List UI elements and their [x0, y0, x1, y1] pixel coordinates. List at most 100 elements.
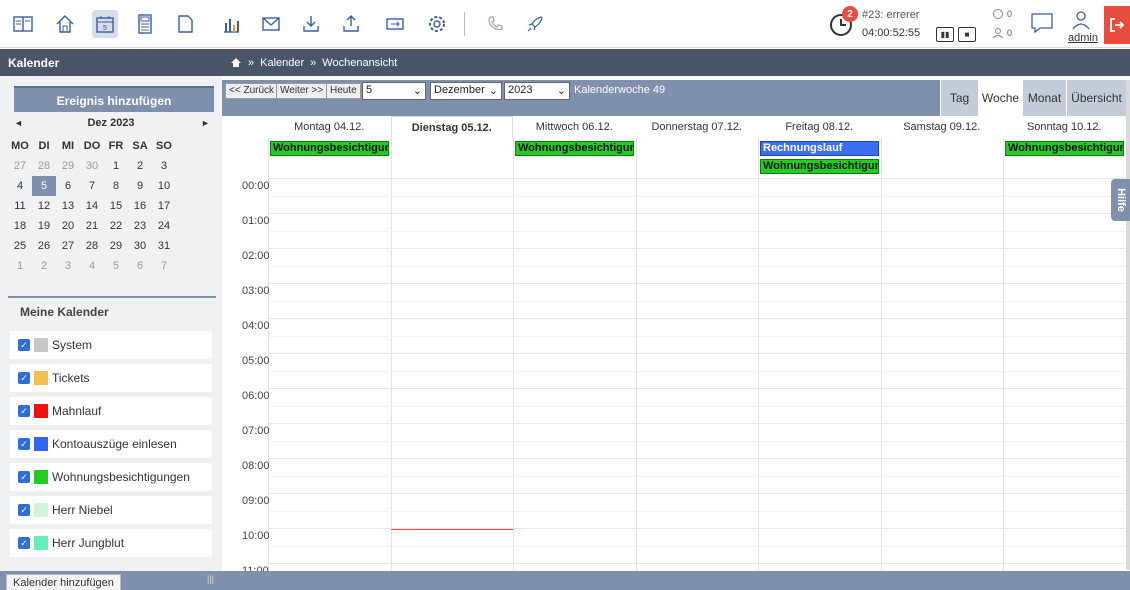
tab-uebersicht[interactable]: Übersicht [1066, 80, 1126, 116]
back-button[interactable]: << Zurück [225, 83, 279, 99]
pause-button[interactable]: ▮▮ [936, 27, 954, 42]
mini-calendar-day[interactable]: 28 [32, 156, 56, 176]
calendar-checkbox[interactable]: ✓ [18, 339, 30, 351]
resize-handle[interactable]: ||| [207, 574, 214, 584]
mini-calendar-day[interactable]: 7 [80, 176, 104, 196]
mini-calendar-day[interactable]: 16 [128, 196, 152, 216]
calendar-list-item[interactable]: ✓ Tickets [10, 364, 212, 392]
tab-monat[interactable]: Monat [1022, 80, 1066, 116]
breadcrumb-item-kalender[interactable]: Kalender [260, 57, 304, 69]
counter-a[interactable]: 0 [992, 8, 1012, 20]
calendar-checkbox[interactable]: ✓ [18, 471, 30, 483]
mini-calendar-day[interactable]: 25 [8, 236, 32, 256]
mini-calendar-day[interactable]: 2 [32, 256, 56, 276]
calendar-event[interactable]: Wohnungsbesichtigung [1005, 141, 1124, 156]
mini-calendar-day[interactable]: 17 [152, 196, 176, 216]
next-month-button[interactable]: ► [201, 118, 210, 128]
chat-icon[interactable] [1030, 12, 1054, 34]
day-header[interactable]: Montag 04.12. [268, 116, 391, 138]
mini-calendar-day[interactable]: 15 [104, 196, 128, 216]
logout-button[interactable] [1104, 6, 1130, 44]
download-icon[interactable] [298, 10, 324, 38]
calculator-icon[interactable] [132, 10, 158, 38]
tab-woche[interactable]: Woche [978, 80, 1022, 116]
mini-calendar-day[interactable]: 4 [80, 256, 104, 276]
rocket-icon[interactable] [522, 10, 548, 38]
calendar-list-item[interactable]: ✓ Herr Niebel [10, 496, 212, 524]
scrollbar[interactable] [1126, 80, 1130, 570]
mini-calendar-day[interactable]: 21 [80, 216, 104, 236]
chart-icon[interactable] [218, 10, 244, 38]
mini-calendar-day[interactable]: 12 [32, 196, 56, 216]
mini-calendar-day[interactable]: 3 [152, 156, 176, 176]
calendar-checkbox[interactable]: ✓ [18, 504, 30, 516]
add-calendar-button[interactable]: Kalender hinzufügen [6, 574, 121, 590]
transfer-icon[interactable] [382, 10, 408, 38]
tab-tag[interactable]: Tag [940, 80, 978, 116]
mini-calendar-day[interactable]: 11 [8, 196, 32, 216]
help-tab[interactable]: Hilfe [1111, 179, 1130, 221]
mini-calendar-day[interactable]: 23 [128, 216, 152, 236]
forward-button[interactable]: Weiter >> [276, 83, 328, 99]
mini-calendar-day[interactable]: 7 [152, 256, 176, 276]
day-header[interactable]: Freitag 08.12. [758, 116, 881, 138]
calendar-list-item[interactable]: ✓ System [10, 331, 212, 359]
year-select[interactable]: 2023 ⌄ [504, 82, 570, 100]
mail-icon[interactable] [258, 10, 284, 38]
mini-calendar-day[interactable]: 5 [32, 176, 56, 196]
mini-calendar-day[interactable]: 22 [104, 216, 128, 236]
mini-calendar-day[interactable]: 13 [56, 196, 80, 216]
add-event-button[interactable]: Ereignis hinzufügen [14, 86, 214, 112]
calendar-checkbox[interactable]: ✓ [18, 438, 30, 450]
calendar-list-item[interactable]: ✓ Herr Jungblut [10, 529, 212, 557]
today-button[interactable]: Heute [326, 83, 361, 99]
counter-b[interactable]: 0 [992, 27, 1012, 39]
mini-calendar-day[interactable]: 31 [152, 236, 176, 256]
day-header[interactable]: Sonntag 10.12. [1003, 116, 1126, 138]
calendar-list-item[interactable]: ✓ Wohnungsbesichtigungen [10, 463, 212, 491]
mini-calendar-day[interactable]: 8 [104, 176, 128, 196]
mini-calendar-day[interactable]: 19 [32, 216, 56, 236]
mini-calendar-day[interactable]: 9 [128, 176, 152, 196]
calendar-event[interactable]: Rechnungslauf [760, 141, 879, 156]
day-header[interactable]: Dienstag 05.12. [390, 116, 513, 138]
day-header[interactable]: Donnerstag 07.12. [636, 116, 759, 138]
calendar-checkbox[interactable]: ✓ [18, 537, 30, 549]
day-header[interactable]: Samstag 09.12. [881, 116, 1004, 138]
mini-calendar-day[interactable]: 5 [104, 256, 128, 276]
mini-calendar-day[interactable]: 26 [32, 236, 56, 256]
mini-calendar-day[interactable]: 27 [56, 236, 80, 256]
mini-calendar-day[interactable]: 27 [8, 156, 32, 176]
mini-calendar-day[interactable]: 29 [104, 236, 128, 256]
calendar-list-item[interactable]: ✓ Kontoauszüge einlesen [10, 430, 212, 458]
home-icon[interactable] [230, 57, 242, 68]
mini-calendar-day[interactable]: 3 [56, 256, 80, 276]
day-header[interactable]: Mittwoch 06.12. [513, 116, 636, 138]
calendar-icon[interactable]: 5 [92, 10, 118, 38]
mini-calendar-day[interactable]: 14 [80, 196, 104, 216]
upload-icon[interactable] [338, 10, 364, 38]
mini-calendar-day[interactable]: 2 [128, 156, 152, 176]
mini-calendar-day[interactable]: 18 [8, 216, 32, 236]
mini-calendar-day[interactable]: 6 [56, 176, 80, 196]
month-select[interactable]: Dezember ⌄ [430, 82, 502, 100]
mini-calendar-day[interactable]: 10 [152, 176, 176, 196]
mini-calendar-day[interactable]: 29 [56, 156, 80, 176]
stop-button[interactable]: ■ [958, 27, 976, 42]
mini-calendar-day[interactable]: 30 [128, 236, 152, 256]
calendar-event[interactable]: Wohnungsbesichtigung [270, 141, 389, 156]
calendar-list-item[interactable]: ✓ Mahnlauf [10, 397, 212, 425]
mini-calendar-day[interactable]: 20 [56, 216, 80, 236]
mini-calendar-day[interactable]: 30 [80, 156, 104, 176]
settings-icon[interactable] [424, 10, 450, 38]
calendar-checkbox[interactable]: ✓ [18, 372, 30, 384]
mini-calendar-day[interactable]: 1 [8, 256, 32, 276]
home-icon[interactable] [52, 10, 78, 38]
calendar-event[interactable]: Wohnungsbesichtigung [515, 141, 634, 156]
mini-calendar-day[interactable]: 1 [104, 156, 128, 176]
calendar-event[interactable]: Wohnungsbesichtigung [760, 159, 879, 174]
layout-icon[interactable] [10, 10, 36, 38]
user-name-link[interactable]: admin [1068, 32, 1098, 44]
calendar-checkbox[interactable]: ✓ [18, 405, 30, 417]
ticket-label[interactable]: #23: errerer [862, 9, 919, 21]
